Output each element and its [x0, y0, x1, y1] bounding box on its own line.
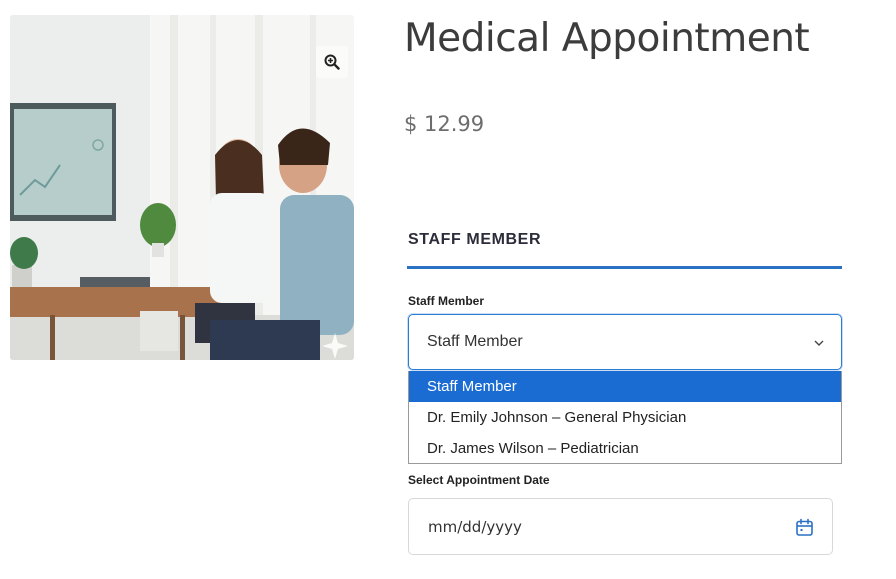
appointment-date-input[interactable]: mm/dd/yyyy: [408, 498, 833, 555]
product-price: $ 12.99: [404, 112, 485, 136]
staff-option-james-wilson[interactable]: Dr. James Wilson – Pediatrician: [409, 433, 841, 464]
staff-member-select[interactable]: Staff Member: [408, 314, 842, 370]
product-title: Medical Appointment: [404, 16, 810, 61]
consultation-photo: [10, 15, 354, 360]
calendar-icon[interactable]: [795, 518, 814, 537]
section-heading: STAFF MEMBER: [408, 231, 542, 248]
chevron-down-icon: [814, 340, 824, 346]
section-divider: [407, 266, 842, 269]
staff-member-selected-value: Staff Member: [427, 333, 523, 350]
staff-option-emily-johnson[interactable]: Dr. Emily Johnson – General Physician: [409, 402, 841, 433]
date-placeholder: mm/dd/yyyy: [428, 517, 522, 536]
staff-member-label: Staff Member: [408, 294, 485, 308]
staff-option-placeholder[interactable]: Staff Member: [409, 371, 841, 402]
zoom-in-icon[interactable]: [316, 46, 348, 78]
staff-member-dropdown: Staff Member Dr. Emily Johnson – General…: [408, 371, 842, 464]
appointment-date-label: Select Appointment Date: [408, 473, 550, 487]
product-image[interactable]: [10, 15, 354, 360]
